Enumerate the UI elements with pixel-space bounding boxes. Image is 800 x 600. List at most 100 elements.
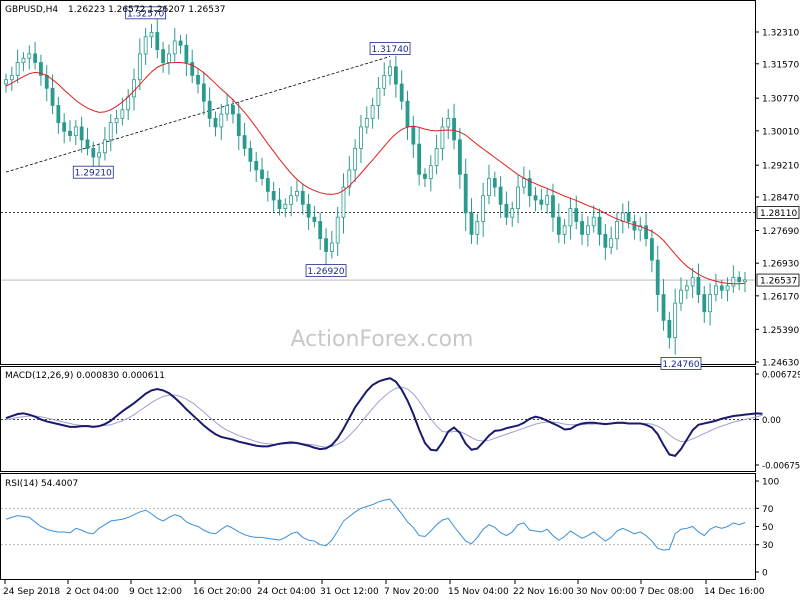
candle-body (714, 285, 718, 295)
candle-body (91, 148, 96, 158)
candle-body (27, 53, 32, 59)
candle-body (44, 74, 49, 89)
candle-body (568, 208, 573, 227)
candle-body (551, 195, 555, 218)
candle-body (137, 53, 142, 81)
candle-body (324, 238, 328, 252)
time-tick-label: 14 Dec 16:00 (704, 587, 765, 597)
candle-body (743, 279, 747, 283)
candle-body (213, 117, 218, 128)
price-annotation-label: 1.26920 (307, 267, 344, 277)
candle-body (329, 242, 334, 252)
candle-body (201, 83, 206, 102)
candle-body (254, 160, 259, 171)
candle-body (702, 294, 707, 313)
candle-body (457, 139, 462, 175)
price-tick-label: 1.26930 (762, 260, 799, 270)
candle-body (295, 191, 299, 197)
candle-body (644, 225, 648, 240)
candle-body (370, 105, 375, 119)
time-tick-label: 2 Oct 04:00 (66, 587, 119, 597)
candle-body (271, 191, 276, 201)
candle-body (108, 122, 113, 141)
candle-body (231, 105, 235, 115)
rsi-tick-label: 50 (762, 523, 774, 533)
time-tick-label: 24 Oct 04:00 (257, 587, 316, 597)
candle-body (615, 221, 619, 240)
candle-body (463, 173, 468, 214)
candle-body (708, 294, 712, 313)
candle-body (312, 216, 317, 222)
candle-body (696, 276, 701, 295)
candle-body (492, 178, 497, 188)
candle-body (207, 100, 212, 119)
candle-body (428, 165, 433, 179)
candle-body (178, 40, 183, 46)
candle-body (376, 87, 381, 106)
candle-body (417, 143, 422, 175)
reference-value-label: 1.28110 (760, 209, 797, 219)
candle-body (242, 135, 247, 149)
price-tick-label: 1.29210 (762, 162, 799, 172)
candle-body (62, 122, 67, 132)
candle-body (655, 259, 660, 295)
candle-body (632, 221, 637, 231)
price-annotation-label: 1.29210 (75, 169, 112, 179)
forex-chart: ActionForex.com 1.325701.317401.292101.2… (0, 0, 800, 597)
price-tick-label: 1.28470 (762, 194, 799, 204)
time-tick-label: 22 Nov 16:00 (513, 587, 574, 597)
candle-body (277, 199, 282, 210)
candle-body (434, 148, 439, 167)
candle-body (382, 74, 387, 89)
candle-body (725, 285, 730, 291)
candle-body (73, 126, 78, 136)
candle-body (469, 212, 474, 235)
candle-body (68, 130, 72, 136)
price-annotation-label: 1.24760 (662, 360, 699, 370)
candle-body (184, 44, 189, 63)
macd-title: MACD(12,26,9) 0.000830 0.000611 (5, 371, 165, 381)
rsi-tick-label: 0 (762, 569, 768, 579)
price-tick-label: 1.26170 (762, 292, 799, 302)
watermark: ActionForex.com (291, 327, 474, 352)
candle-body (521, 178, 526, 188)
candle-body (411, 126, 416, 145)
candle-body (236, 113, 241, 136)
candle-body (393, 66, 398, 85)
price-tick-label: 1.27690 (762, 227, 799, 237)
candle-body (405, 100, 410, 128)
candle-body (487, 178, 491, 197)
candle-body (626, 212, 631, 222)
candle-body (667, 319, 672, 338)
price-tick-label: 1.31570 (762, 60, 799, 70)
candle-body (504, 203, 509, 218)
candle-body (79, 126, 84, 141)
candle-body (481, 195, 486, 222)
time-tick-label: 15 Nov 04:00 (448, 587, 509, 597)
price-tick-label: 1.25390 (762, 326, 799, 336)
candle-body (446, 117, 451, 128)
rsi-title: RSI(14) 54.4007 (5, 479, 78, 489)
rsi-tick-label: 30 (762, 541, 774, 551)
time-tick-label: 16 Oct 20:00 (193, 587, 252, 597)
candle-body (155, 32, 160, 51)
time-tick-label: 30 Nov 00:00 (576, 587, 637, 597)
candle-body (510, 208, 515, 218)
price-annotation-label: 1.31740 (371, 45, 408, 55)
candle-body (97, 152, 102, 158)
candle-body (609, 238, 614, 248)
candle-body (591, 216, 596, 227)
candle-body (475, 221, 480, 235)
candle-body (161, 49, 166, 63)
chart-header-symbol: GBPUSD,H4 (5, 5, 58, 15)
time-tick-label: 31 Oct 12:00 (320, 587, 379, 597)
candle-body (172, 40, 177, 55)
candle-body (300, 191, 305, 205)
candle-body (85, 139, 90, 149)
candle-body (103, 139, 107, 154)
candle-body (120, 109, 125, 119)
current-price-value-label: 1.26537 (760, 277, 797, 287)
candle-body (673, 302, 678, 338)
candle-body (265, 178, 270, 192)
candle-body (143, 36, 148, 55)
